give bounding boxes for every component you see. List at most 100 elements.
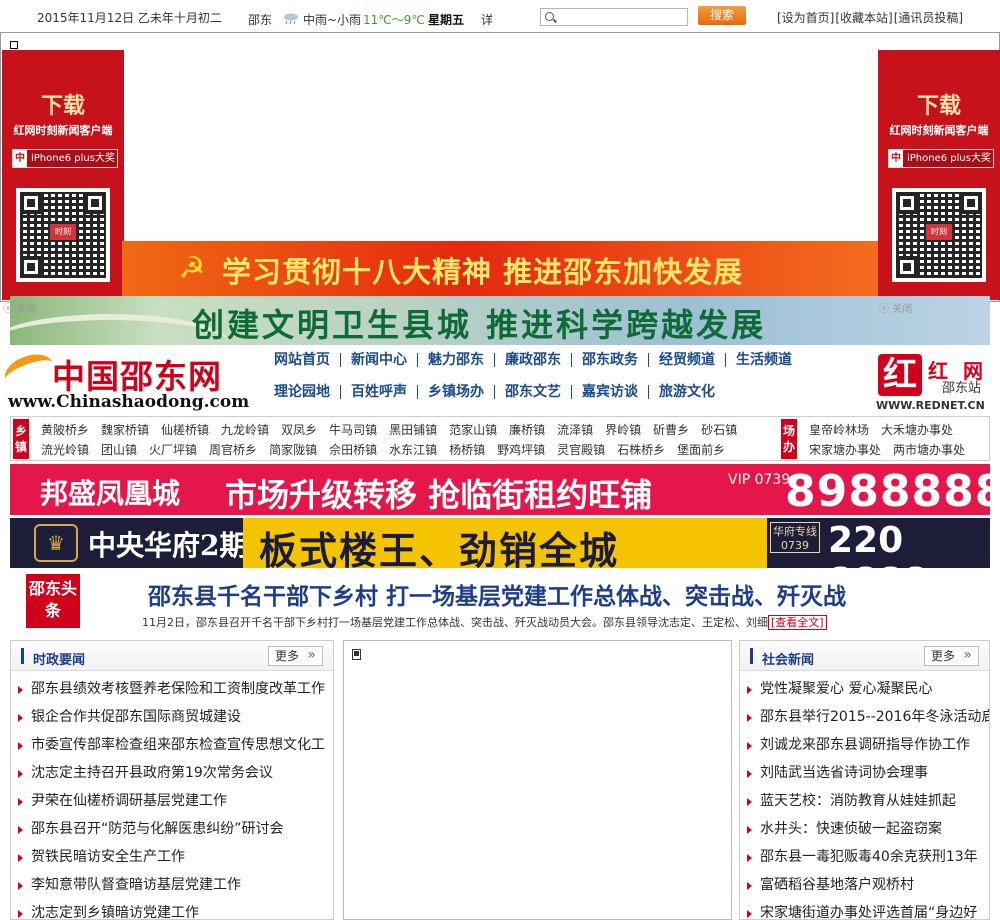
office-link[interactable]: 宋家塘办事处 — [809, 440, 881, 460]
more-button[interactable]: 更多 — [268, 646, 323, 666]
township-link[interactable]: 石株桥乡 — [617, 440, 665, 460]
township-link[interactable]: 牛马司镇 — [329, 420, 377, 440]
township-list: 黄陂桥乡 魏家桥镇 仙槎桥镇 九龙岭镇 双凤乡 牛马司镇 黑田铺镇 范家山镇 廉桥镇 流泽镇 界岭镇… — [41, 420, 781, 460]
news-item[interactable]: 邵东县一毒犯贩毒40余克获刑13年 — [740, 843, 989, 871]
hammer-sickle-icon: ☭ — [178, 251, 206, 286]
left-ad-close[interactable]: ⓧ 关闭 — [3, 300, 36, 315]
right-app-ad[interactable]: 下载 红网时刻新闻客户端 中 iPhone6 plus大奖 时刻 — [878, 50, 1000, 300]
office-link[interactable]: 两市塘办事处 — [893, 440, 965, 460]
prize-text: iPhone6 plus大奖 — [31, 153, 115, 164]
farm-office-list: 皇帝岭林场 大禾塘办事处 宋家塘办事处 两市塘办事处 — [809, 420, 989, 460]
township-link[interactable]: 黑田铺镇 — [389, 420, 437, 440]
news-item[interactable]: 党性凝聚爱心 爱心凝聚民心 — [740, 675, 989, 703]
news-item[interactable]: 刘陆武当选省诗词协会理事 — [740, 759, 989, 787]
news-item[interactable]: 李知意带队督查暗访基层党建工作 — [11, 871, 333, 899]
township-link[interactable]: 砂石镇 — [701, 420, 737, 440]
nav-life[interactable]: 生活频道 — [726, 353, 802, 367]
township-link[interactable]: 佘田桥镇 — [329, 440, 377, 460]
party-slogan-banner[interactable]: ☭ 学习贯彻十八大精神 推进邵东加快发展 — [122, 241, 878, 296]
site-logo[interactable]: 中国邵东网 www.Chinashaodong.com — [0, 348, 254, 412]
township-link[interactable]: 斫曹乡 — [653, 420, 689, 440]
read-more-link[interactable]: [查看全文] — [768, 615, 827, 630]
bookmark-link[interactable]: [收藏本站] — [835, 11, 892, 25]
township-link[interactable]: 杨桥镇 — [449, 440, 485, 460]
news-item[interactable]: 邵东县绩效考核暨养老保险和工资制度改革工作 — [11, 675, 333, 703]
news-item[interactable]: 水井头：快速侦破一起盗窃案 — [740, 815, 989, 843]
township-link[interactable]: 团山镇 — [101, 440, 137, 460]
nav-govt-affairs[interactable]: 邵东政务 — [572, 353, 649, 367]
headline-summary: 11月2日，邵东县召开千名干部下乡村打一场基层党建工作总体战、突击战、歼灭战动员… — [142, 614, 827, 630]
qr-logo: 时刻 — [50, 224, 76, 240]
township-link[interactable]: 范家山镇 — [449, 420, 497, 440]
nav-arts[interactable]: 邵东文艺 — [495, 385, 572, 399]
ad-phone: 8988888 — [785, 466, 990, 515]
township-link[interactable]: 双凤乡 — [281, 420, 317, 440]
nav-economy[interactable]: 经贸频道 — [649, 353, 726, 367]
ad-brand: 中央华府2期 — [88, 529, 248, 562]
search-button[interactable]: 搜索 — [698, 6, 746, 25]
search-input[interactable] — [557, 9, 685, 25]
central-mansion-ad[interactable]: ♛ 中央华府2期 板式楼王、劲销全城 华府专线 0739 220 8888 — [10, 518, 990, 568]
nav-clean-govt[interactable]: 廉政邵东 — [495, 353, 572, 367]
township-link[interactable]: 廉桥镇 — [509, 420, 545, 440]
more-button[interactable]: 更多 — [924, 646, 979, 666]
nav-towns[interactable]: 乡镇场办 — [418, 385, 495, 399]
search-box[interactable] — [540, 8, 688, 26]
office-link[interactable]: 大禾塘办事处 — [881, 420, 953, 440]
news-item[interactable]: 刘诚龙来邵东县调研指导作协工作 — [740, 731, 989, 759]
date-text: 2015年11月12日 乙未年十月初二 — [37, 11, 222, 25]
news-item[interactable]: 沈志定主持召开县政府第19次常务会议 — [11, 759, 333, 787]
township-link[interactable]: 魏家桥镇 — [101, 420, 149, 440]
main-nav: 网站首页 新闻中心 魅力邵东 廉政邵东 邵东政务 经贸频道 生活频道 理论园地 百姓呼声 乡镇场… — [264, 352, 864, 416]
top-bar: 2015年11月12日 乙未年十月初二 邵东 中雨~小雨 11℃～9℃ 星期五 … — [0, 0, 1000, 33]
headline-title[interactable]: 邵东县千名干部下乡村 打一场基层党建工作总体战、突击战、歼灭战 — [148, 577, 846, 611]
township-link[interactable]: 周官桥乡 — [209, 440, 257, 460]
news-list: 党性凝聚爱心 爱心凝聚民心 邵东县举行2015--2016年冬泳活动启 刘诚龙来… — [740, 671, 989, 919]
weather-text: 中雨~小雨 — [303, 13, 362, 27]
contributor-link[interactable]: [通讯员投稿] — [894, 11, 963, 25]
ad-download-title: 下载 — [40, 94, 85, 119]
township-link[interactable]: 黄陂桥乡 — [41, 420, 89, 440]
panel-header: 社会新闻 更多 — [740, 641, 989, 671]
nav-interviews[interactable]: 嘉宾访谈 — [572, 385, 649, 399]
set-homepage-link[interactable]: [设为首页] — [777, 11, 834, 25]
news-item[interactable]: 宋家塘街道办事处评选首届“身边好 — [740, 899, 989, 919]
news-item[interactable]: 蓝天艺校：消防教育从娃娃抓起 — [740, 787, 989, 815]
news-item[interactable]: 邵东县举行2015--2016年冬泳活动启 — [740, 703, 989, 731]
society-news-panel: 社会新闻 更多 党性凝聚爱心 爱心凝聚民心 邵东县举行2015--2016年冬泳… — [739, 640, 990, 920]
office-link[interactable]: 皇帝岭林场 — [809, 420, 869, 440]
ad-frame-close-icon[interactable] — [10, 41, 18, 49]
township-link[interactable]: 野鸡坪镇 — [497, 440, 545, 460]
nav-public-voice[interactable]: 百姓呼声 — [341, 385, 418, 399]
nav-charm[interactable]: 魅力邵东 — [418, 353, 495, 367]
left-app-ad[interactable]: 下载 红网时刻新闻客户端 中 iPhone6 plus大奖 时刻 — [2, 50, 124, 300]
weather-detail-link[interactable]: 详 — [481, 11, 493, 28]
news-item[interactable]: 沈志定到乡镇暗访党建工作 — [11, 899, 333, 919]
township-link[interactable]: 流泽镇 — [557, 420, 593, 440]
logo-swoosh-icon — [0, 348, 58, 394]
township-link[interactable]: 界岭镇 — [605, 420, 641, 440]
news-item[interactable]: 贺铁民暗访安全生产工作 — [11, 843, 333, 871]
rednet-logo[interactable]: 红 红 网 邵东站 WWW.REDNET.CN — [872, 352, 994, 414]
weekday: 星期五 — [428, 13, 465, 27]
township-link[interactable]: 火厂坪镇 — [149, 440, 197, 460]
township-link[interactable]: 九龙岭镇 — [221, 420, 269, 440]
nav-theory[interactable]: 理论园地 — [264, 385, 341, 399]
farm-office-tag: 场办 — [781, 419, 797, 459]
news-item[interactable]: 市委宣传部率检查组来邵东检查宣传思想文化工 — [11, 731, 333, 759]
news-item[interactable]: 银企合作共促邵东国际商贸城建设 — [11, 703, 333, 731]
township-link[interactable]: 简家陇镇 — [269, 440, 317, 460]
township-link[interactable]: 水东江镇 — [389, 440, 437, 460]
township-link[interactable]: 流光岭镇 — [41, 440, 89, 460]
news-item[interactable]: 富硒稻谷基地落户观桥村 — [740, 871, 989, 899]
nav-news[interactable]: 新闻中心 — [341, 353, 418, 367]
news-item[interactable]: 尹荣在仙槎桥调研基层党建工作 — [11, 787, 333, 815]
phoenix-city-ad[interactable]: 邦盛凤凰城 市场升级转移 抢临街租约旺铺 VIP 0739 8988888 — [10, 464, 990, 515]
right-ad-close[interactable]: ⓧ 关闭 — [879, 300, 912, 315]
township-link[interactable]: 堡面前乡 — [677, 440, 725, 460]
nav-tourism[interactable]: 旅游文化 — [649, 385, 725, 399]
news-item[interactable]: 邵东县召开“防范与化解医患纠纷”研讨会 — [11, 815, 333, 843]
township-link[interactable]: 灵官殿镇 — [557, 440, 605, 460]
township-link[interactable]: 仙槎桥镇 — [161, 420, 209, 440]
nav-home[interactable]: 网站首页 — [264, 353, 341, 367]
